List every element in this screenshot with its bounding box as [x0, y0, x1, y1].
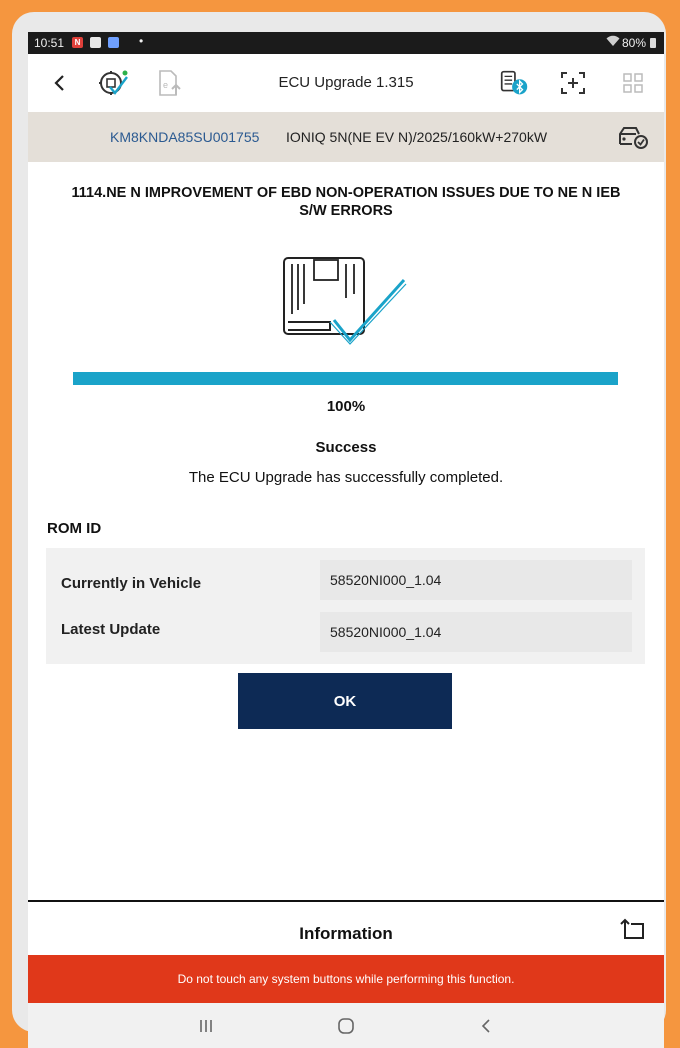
rom-id-table: Currently in Vehicle 58520NI000_1.04 Lat…	[46, 548, 645, 664]
progress-bar	[73, 372, 618, 385]
result-status: Success	[315, 439, 377, 456]
vehicle-info-bar: KM8KNDA85SU001755 IONIQ 5N(NE EV N)/2025…	[28, 112, 664, 162]
job-heading-line1: 1114.NE N IMPROVEMENT OF EBD NON-OPERATI…	[71, 185, 621, 201]
job-heading: 1114.NE N IMPROVEMENT OF EBD NON-OPERATI…	[36, 184, 656, 220]
status-bar: 10:51 N • 80%	[28, 32, 664, 54]
expand-panel-icon[interactable]	[618, 918, 646, 942]
file-export-icon: e	[159, 70, 181, 96]
status-dot: •	[139, 34, 144, 48]
page-title: ECU Upgrade 1.315	[278, 74, 414, 91]
status-time: 10:51	[34, 36, 65, 50]
battery-icon	[650, 38, 656, 48]
rom-id-label: ROM ID	[47, 520, 102, 537]
contact-notification-icon	[90, 37, 101, 48]
recent-apps-button[interactable]	[186, 1011, 226, 1041]
vehicle-model: IONIQ 5N(NE EV N)/2025/160kW+270kW	[286, 129, 548, 145]
capture-icon	[561, 72, 585, 94]
recent-apps-icon	[200, 1020, 212, 1032]
ecu-upgrade-success-illustration	[283, 257, 407, 345]
vci-bluetooth-button[interactable]	[497, 66, 531, 100]
progress-percent: 100%	[326, 398, 366, 415]
job-heading-line2: S/W ERRORS	[299, 203, 393, 219]
back-icon	[54, 75, 64, 91]
grid-menu-icon	[623, 73, 643, 93]
ecu-check-icon	[99, 70, 128, 95]
rom-latest-value: 58520NI000_1.04	[320, 612, 632, 652]
system-nav-bar	[28, 1003, 664, 1048]
vehicle-check-icon	[619, 127, 648, 149]
information-panel[interactable]: Information	[28, 902, 664, 955]
vehicle-status-button[interactable]	[616, 122, 650, 152]
grid-menu-button[interactable]	[616, 66, 650, 100]
back-button[interactable]	[42, 66, 76, 100]
information-title: Information	[299, 924, 393, 943]
ecu-check-button[interactable]	[96, 66, 130, 100]
progress-fill	[73, 372, 618, 385]
rom-current-value: 58520NI000_1.04	[320, 560, 632, 600]
warning-banner: Do not touch any system buttons while pe…	[28, 955, 664, 1003]
wifi-icon	[606, 35, 620, 50]
battery-percent: 80%	[622, 36, 647, 50]
screen: 10:51 N • 80% e ECU Upgrade 1.315 KM8KND…	[28, 32, 664, 1048]
system-back-icon	[481, 1019, 490, 1033]
app-notification-icon	[108, 37, 119, 48]
vehicle-vin: KM8KNDA85SU001755	[110, 129, 260, 145]
tablet-frame: 10:51 N • 80% e ECU Upgrade 1.315 KM8KND…	[12, 12, 666, 1048]
home-icon	[338, 1018, 354, 1034]
screen-capture-button[interactable]	[556, 66, 590, 100]
ok-button[interactable]: OK	[238, 673, 452, 729]
app-toolbar: e ECU Upgrade 1.315	[28, 54, 664, 112]
vci-bluetooth-icon	[500, 70, 528, 95]
file-export-button[interactable]: e	[152, 66, 186, 100]
rom-current-label: Currently in Vehicle	[61, 575, 202, 592]
system-back-button[interactable]	[466, 1011, 506, 1041]
result-message: The ECU Upgrade has successfully complet…	[188, 469, 504, 486]
home-button[interactable]	[326, 1011, 366, 1041]
calendar-notification-icon: N	[72, 37, 83, 48]
svg-text:e: e	[163, 80, 168, 90]
rom-latest-label: Latest Update	[61, 621, 161, 638]
